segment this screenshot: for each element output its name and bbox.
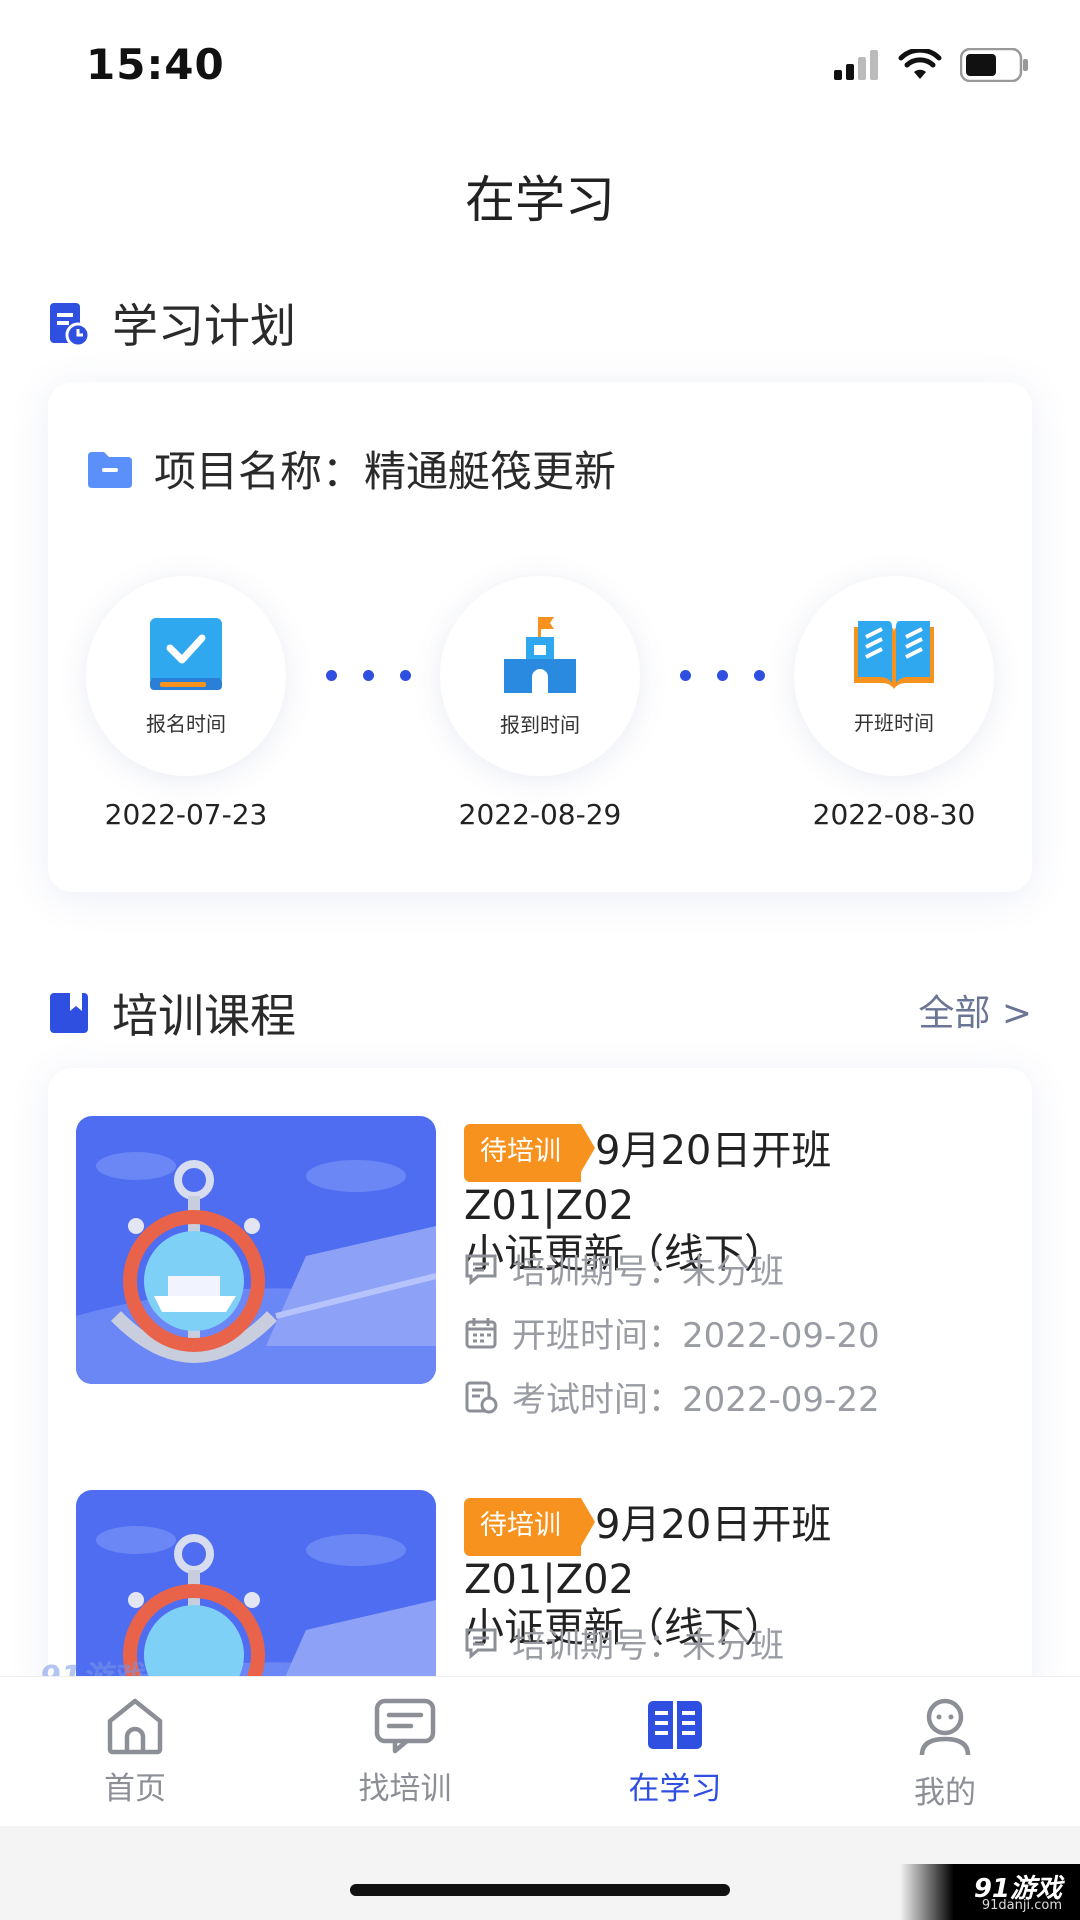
- step-checkin-label: 报到时间: [500, 712, 580, 737]
- course-exam-date: 考试时间：2022-09-22: [512, 1380, 880, 1420]
- user-icon: [919, 1698, 971, 1756]
- step-register: 报名时间: [86, 576, 286, 776]
- course-item-1[interactable]: 待培训 9月20日开班 Z01|Z02 小证更新（线下） 培训期号：未分班 开班时…: [48, 1068, 1032, 1442]
- step-connector-1: [326, 670, 411, 681]
- anchor-ship-illustration: [76, 1116, 436, 1384]
- course-item-2[interactable]: 待培训 9月20日开班 Z01|Z02 小证更新（线下） 培训期号：未分班: [48, 1442, 1032, 1708]
- open-book-icon: [648, 1701, 702, 1749]
- course-period-row: 培训期号：未分班: [464, 1244, 784, 1293]
- course-start-row: 开班时间：2022-09-20: [464, 1308, 880, 1357]
- watermark-right: 91游戏 91danji.com: [900, 1864, 1080, 1920]
- course-period-row: 培训期号：未分班: [464, 1618, 784, 1667]
- course-bookmark-icon: [50, 993, 88, 1033]
- course-thumbnail: [76, 1116, 436, 1384]
- course-section-title: 培训课程: [112, 989, 296, 1043]
- tab-studying[interactable]: 在学习: [575, 1697, 775, 1808]
- status-time: 15:40: [86, 40, 225, 89]
- tab-find-training-label: 找培训: [358, 1771, 452, 1807]
- watermark-right-url: 91danji.com: [981, 1898, 1062, 1913]
- step-class-start-label: 开班时间: [854, 710, 934, 735]
- tab-bar: 首页 找培训 在学习 我的: [0, 1676, 1080, 1827]
- battery-icon: [960, 48, 1028, 82]
- message-icon: [465, 1628, 497, 1659]
- tab-mine-label: 我的: [914, 1775, 976, 1811]
- project-name: 项目名称：精通艇筏更新: [154, 447, 617, 496]
- step-register-label: 报名时间: [146, 711, 226, 736]
- school-building-icon: [504, 616, 576, 693]
- home-icon: [107, 1698, 163, 1755]
- step-class-start: 开班时间: [794, 576, 994, 776]
- tab-home-label: 首页: [104, 1771, 166, 1807]
- project-card[interactable]: 项目名称：精通艇筏更新 报名时间 报到时间 开班时间 2022-07-23 20…: [48, 382, 1032, 892]
- exam-clock-icon: [465, 1381, 498, 1413]
- course-exam-row: 考试时间：2022-09-22: [464, 1372, 880, 1421]
- signal-icon: [834, 50, 878, 80]
- plan-section-header: 学习计划: [48, 290, 296, 356]
- course-period: 培训期号：未分班: [512, 1626, 784, 1666]
- status-badge: 待培训: [464, 1498, 595, 1556]
- step-checkin-date: 2022-08-29: [458, 798, 622, 831]
- step-register-date: 2022-07-23: [104, 798, 268, 831]
- course-period: 培训期号：未分班: [512, 1252, 784, 1292]
- page-title: 在学习: [465, 171, 615, 229]
- wifi-icon: [898, 49, 942, 79]
- folder-icon: [88, 451, 132, 488]
- step-class-start-date: 2022-08-30: [812, 798, 976, 831]
- status-badge: 待培训: [464, 1124, 595, 1182]
- calendar-icon: [465, 1317, 497, 1348]
- register-book-icon: [150, 617, 222, 690]
- project-name-row: 项目名称：精通艇筏更新: [86, 438, 616, 499]
- tab-studying-label: 在学习: [628, 1771, 722, 1807]
- message-icon: [465, 1254, 497, 1285]
- message-board-icon: [374, 1698, 436, 1754]
- course-list: 待培训 9月20日开班 Z01|Z02 小证更新（线下） 培训期号：未分班 开班时…: [48, 1068, 1032, 1708]
- step-checkin: 报到时间: [440, 576, 640, 776]
- home-indicator[interactable]: [350, 1884, 730, 1896]
- tab-mine[interactable]: 我的: [845, 1697, 1045, 1812]
- step-connector-2: [680, 670, 765, 681]
- open-book-icon: [854, 620, 934, 689]
- course-start-date: 开班时间：2022-09-20: [512, 1316, 880, 1356]
- plan-section-title: 学习计划: [112, 299, 296, 353]
- tab-find-training[interactable]: 找培训: [305, 1697, 505, 1808]
- tab-home[interactable]: 首页: [35, 1697, 235, 1808]
- course-section-header: 培训课程: [48, 980, 296, 1046]
- status-icons: [834, 48, 1030, 82]
- plan-clipboard-icon: [50, 303, 90, 347]
- see-all-link[interactable]: 全部 >: [918, 984, 1032, 1036]
